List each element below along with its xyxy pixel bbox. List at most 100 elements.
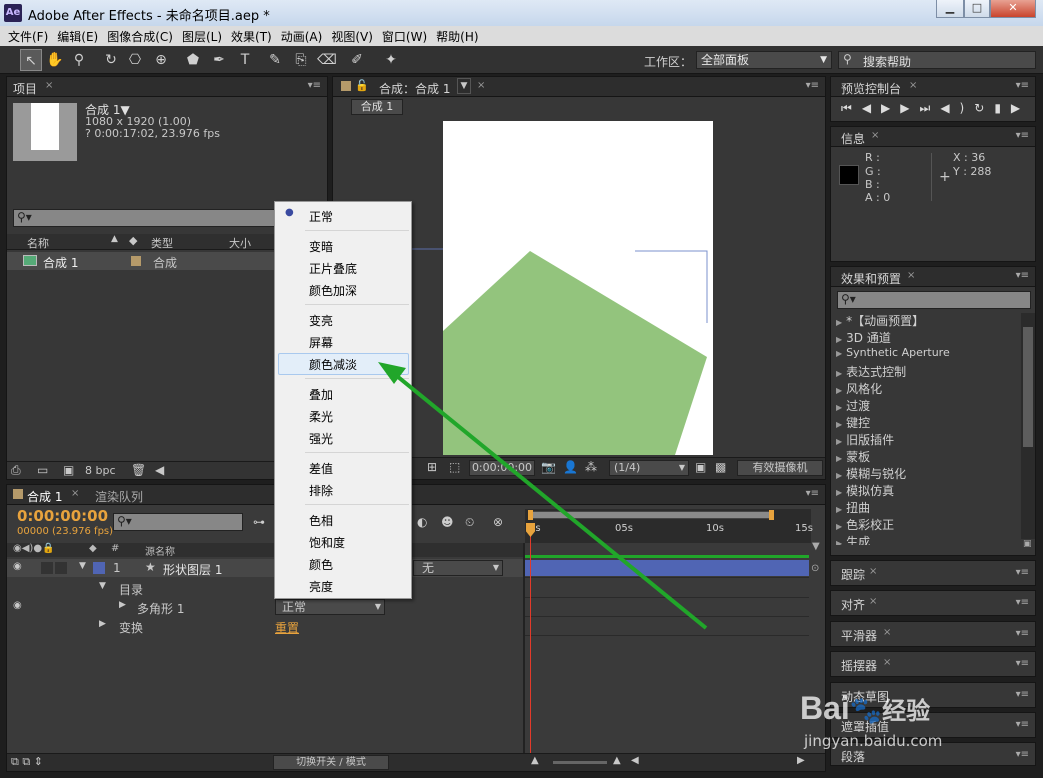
effect-category[interactable]: Synthetic Aperture (836, 346, 950, 359)
panel-menu-icon[interactable]: ▾≡ (1016, 80, 1029, 91)
panel-menu-icon[interactable]: ▾≡ (1016, 628, 1029, 639)
new-comp-icon[interactable]: ▣ (63, 463, 74, 477)
expand-icon[interactable]: ▶ (99, 619, 106, 629)
zoom-tool-icon[interactable]: ⚲ (68, 49, 90, 71)
loop-icon[interactable]: ↻ (974, 101, 994, 115)
close-icon[interactable]: × (907, 270, 915, 281)
zoom-slider[interactable] (553, 761, 607, 764)
timeline-search-input[interactable]: ⚲▾ (113, 513, 243, 531)
panel-menu-icon[interactable]: ▾≡ (806, 80, 819, 91)
menu-item-exclusion[interactable]: 排除 (309, 482, 333, 499)
frame-blending-icon[interactable]: ⏲ (465, 515, 474, 530)
layer-row[interactable]: ◉ ▼ 1 ★ 形状图层 1 无 ▼ (7, 559, 523, 577)
label-color-swatch[interactable] (93, 562, 105, 574)
menu-item-color-burn[interactable]: 颜色加深 (309, 282, 357, 299)
help-search-input[interactable]: ⚲ 搜索帮助 (838, 51, 1036, 69)
zoom-in-icon[interactable]: ▲ (613, 755, 621, 766)
label-color-swatch[interactable] (131, 256, 141, 266)
menu-item-luminosity[interactable]: 亮度 (309, 578, 333, 595)
pan-behind-tool-icon[interactable]: ⊕ (150, 49, 172, 71)
current-time-indicator[interactable] (530, 523, 531, 753)
property-row-contents[interactable]: ▼ 目录 (7, 579, 523, 597)
property-row-transform[interactable]: ▶ 变换 重置 (7, 617, 523, 635)
close-icon[interactable]: × (71, 488, 79, 499)
composition-tab[interactable]: 合成：合成 1 (379, 80, 450, 97)
shape-tool-icon[interactable]: ⬟ (182, 49, 204, 71)
panel-menu-icon[interactable]: ▾≡ (1016, 270, 1029, 281)
menu-window[interactable]: 窗口(W) (382, 28, 427, 45)
effects-tab[interactable]: 效果和预置 (841, 270, 901, 287)
close-icon[interactable]: × (45, 80, 53, 91)
reset-link[interactable]: 重置 (275, 619, 299, 636)
fast-preview-icon[interactable]: ▣ (695, 460, 706, 474)
toggle-transparency-icon[interactable]: ▩ (715, 460, 726, 474)
menu-item-saturation[interactable]: 饱和度 (309, 534, 345, 551)
roto-brush-tool-icon[interactable]: ✐ (346, 49, 368, 71)
menu-item-hue[interactable]: 色相 (309, 512, 333, 529)
zoom-out-icon[interactable]: ▲ (531, 755, 539, 766)
trash-icon[interactable]: 🗑 (131, 463, 146, 477)
effect-category[interactable]: 蒙板 (836, 448, 870, 465)
panel-menu-icon[interactable]: ▾≡ (1016, 597, 1029, 608)
menu-file[interactable]: 文件(F) (8, 28, 48, 45)
menu-help[interactable]: 帮助(H) (436, 28, 478, 45)
layer-name[interactable]: 形状图层 1 (163, 561, 222, 578)
menu-item-difference[interactable]: 差值 (309, 460, 333, 477)
new-folder-icon[interactable]: ▭ (37, 463, 48, 477)
ram-preview-icon[interactable]: ▮▶ (994, 101, 1030, 115)
close-icon[interactable]: × (871, 130, 879, 141)
close-icon[interactable]: × (883, 657, 891, 668)
expand-icon[interactable]: ▶ (119, 600, 126, 610)
eye-icon[interactable]: ◉ (13, 600, 22, 611)
menu-item-overlay[interactable]: 叠加 (309, 386, 333, 403)
new-preset-icon[interactable]: ▣ (1023, 539, 1033, 553)
effect-category[interactable]: 3D 通道 (836, 329, 891, 346)
comp-sub-tab[interactable]: 合成 1 (351, 99, 403, 115)
lock-icon[interactable]: 🔓 (355, 79, 369, 92)
timeline-zoom-icon[interactable]: ⊙ (811, 563, 819, 574)
camera-tool-icon[interactable]: ⎔ (124, 49, 146, 71)
region-of-interest-icon[interactable]: ⊞ (427, 460, 437, 474)
panel-menu-icon[interactable]: ▾≡ (1016, 719, 1029, 730)
show-snapshot-icon[interactable]: 👤 (563, 460, 578, 474)
column-size[interactable]: 大小 (229, 235, 251, 251)
panel-menu-icon[interactable]: ▾≡ (1016, 689, 1029, 700)
clone-tool-icon[interactable]: ⎘ (290, 49, 312, 71)
effect-category[interactable]: 模拟仿真 (836, 482, 894, 499)
draft-3d-icon[interactable]: ◐ (417, 515, 427, 529)
solo-toggle[interactable] (41, 562, 53, 574)
effect-category[interactable]: 过渡 (836, 397, 870, 414)
align-panel[interactable]: 对齐 × ▾≡ (830, 590, 1036, 616)
effect-category[interactable]: 键控 (836, 414, 870, 431)
menu-edit[interactable]: 编辑(E) (57, 28, 98, 45)
comp-marker-icon[interactable]: ▼ (812, 541, 820, 552)
menu-item-darken[interactable]: 变暗 (309, 238, 333, 255)
eraser-tool-icon[interactable]: ⌫ (316, 49, 338, 71)
menu-item-soft-light[interactable]: 柔光 (309, 408, 333, 425)
effect-category[interactable]: 旧版插件 (836, 431, 894, 448)
close-icon[interactable]: × (869, 596, 877, 607)
scroll-left-icon[interactable]: ◀ (155, 463, 164, 477)
column-type[interactable]: 类型 (151, 235, 173, 251)
play-icon[interactable]: ▶ (881, 101, 900, 115)
close-icon[interactable]: × (883, 627, 891, 638)
snapshot-icon[interactable]: 📷 (541, 460, 556, 474)
menu-item-normal[interactable]: 正常 (309, 208, 333, 225)
close-icon[interactable]: × (869, 566, 877, 577)
effect-category[interactable]: 生成 (836, 533, 870, 545)
effects-scrollbar[interactable] (1021, 313, 1035, 539)
brush-tool-icon[interactable]: ✎ (264, 49, 286, 71)
scroll-right-icon[interactable]: ▶ (797, 755, 805, 766)
comp-flowchart-icon[interactable]: ⊶ (253, 515, 265, 529)
resolution-dropdown[interactable]: (1/4) ▼ (609, 460, 689, 476)
menu-item-lighten[interactable]: 变亮 (309, 312, 333, 329)
wiggler-panel[interactable]: 摇摆器 × ▾≡ (830, 651, 1036, 677)
motion-blur-icon[interactable]: ⊗ (493, 515, 503, 529)
hand-tool-icon[interactable]: ✋ (44, 49, 66, 71)
hide-shy-icon[interactable]: ☻ (441, 515, 454, 529)
viewer-timecode[interactable]: 0:00:00:00 (469, 460, 535, 476)
panel-menu-icon[interactable]: ▾≡ (308, 80, 321, 91)
effect-category[interactable]: *【动画预置】 (836, 312, 924, 329)
smoother-panel[interactable]: 平滑器 × ▾≡ (830, 621, 1036, 647)
timeline-timecode[interactable]: 0:00:00:00 (17, 507, 108, 525)
